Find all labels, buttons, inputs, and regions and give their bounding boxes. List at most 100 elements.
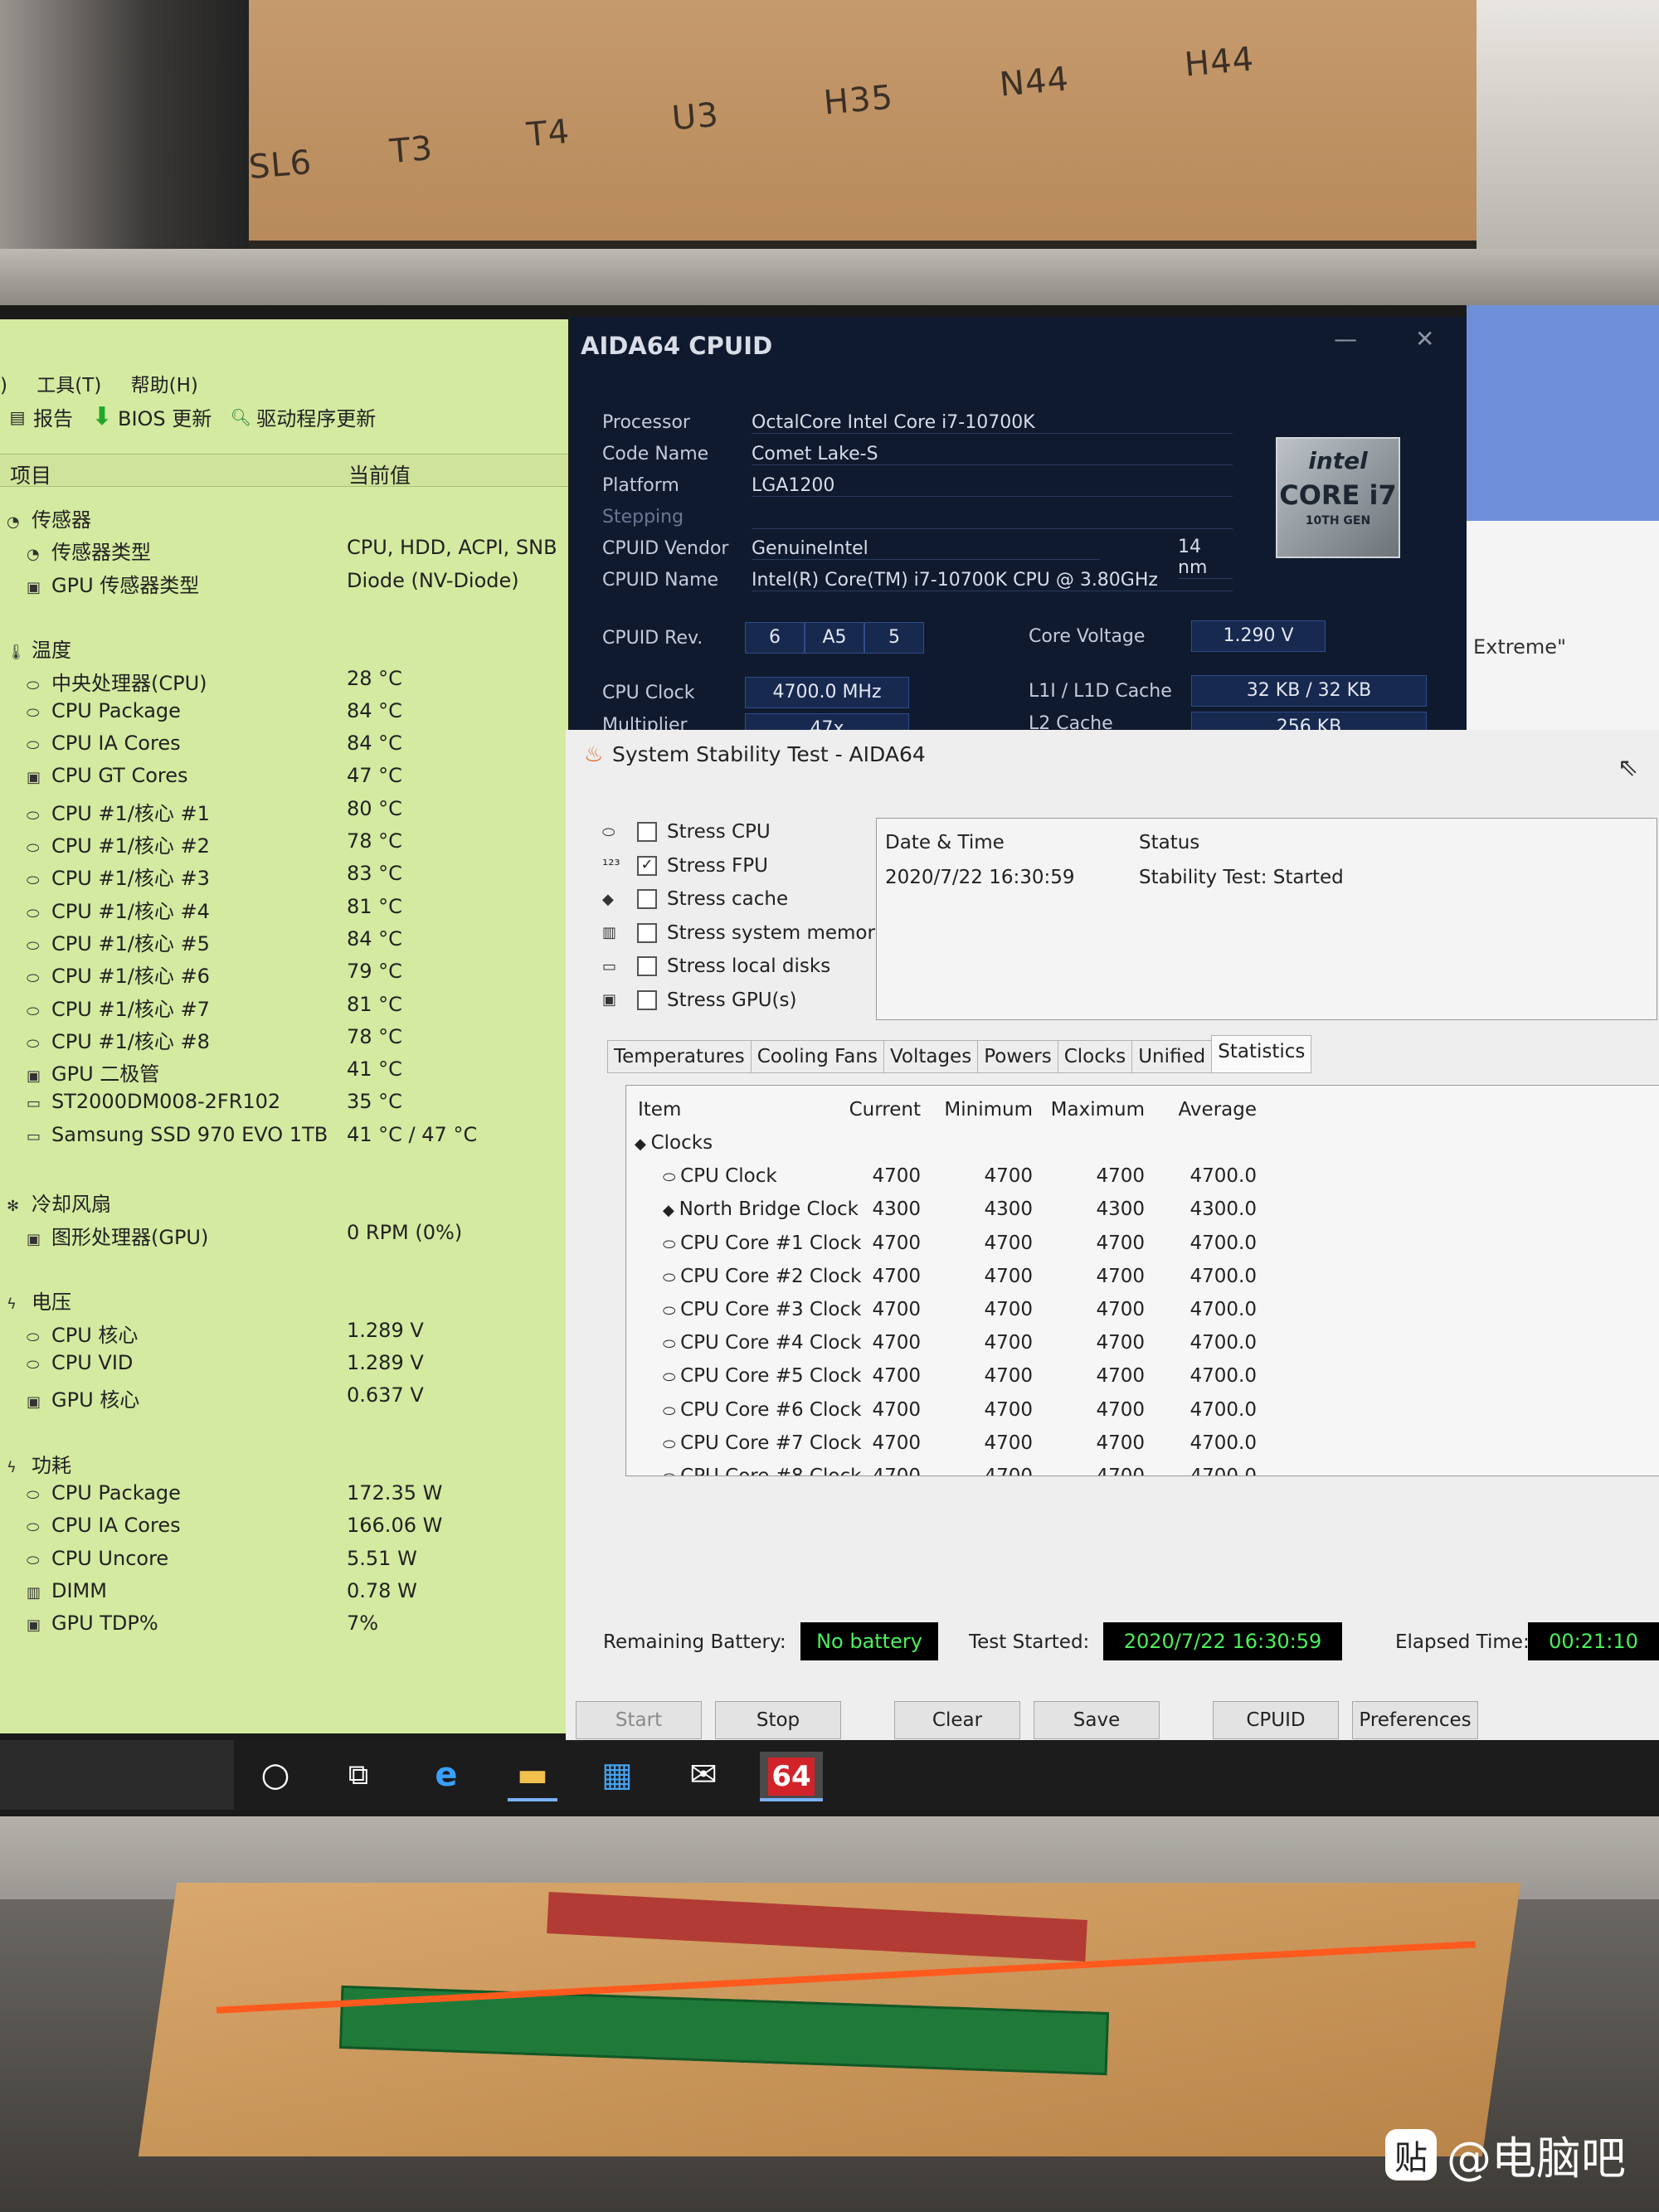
mail-icon[interactable]: ✉ (679, 1752, 728, 1798)
sensor-row[interactable]: ⬭ CPU #1/核心 #8 78 °C (0, 1022, 568, 1053)
stress-option-checkbox[interactable]: ▥ Stress system memory (602, 922, 887, 944)
chip-icon: ◆ (663, 1202, 679, 1220)
sensor-row[interactable]: ▣ GPU 核心 0.637 V (0, 1380, 568, 1412)
save-button[interactable]: Save (1034, 1701, 1160, 1739)
sensor-row[interactable]: ⬭ 中央处理器(CPU) 28 °C (0, 664, 568, 695)
minimize-button[interactable]: — (1334, 325, 1357, 352)
task-view-icon[interactable]: ⧉ (333, 1752, 383, 1798)
sensor-row[interactable]: ◔ 传感器类型 CPU, HDD, ACPI, SNB (0, 532, 568, 564)
cpuid-rev-label: CPUID Rev. (602, 628, 703, 649)
sensor-row[interactable]: ⬭ CPU IA Cores 166.06 W (0, 1510, 568, 1540)
header-maximum[interactable]: Maximum (1033, 1099, 1145, 1121)
sensor-row[interactable]: ◔ 传感器 (0, 500, 568, 532)
sensor-row[interactable]: ⬭ CPU #1/核心 #5 84 °C (0, 924, 568, 955)
sensor-row[interactable]: ⬭ CPU #1/核心 #1 80 °C (0, 794, 568, 825)
header-item[interactable]: Item (638, 1099, 681, 1121)
stress-option-checkbox[interactable]: ¹²³ ✓ Stress FPU (602, 855, 768, 877)
clear-button[interactable]: Clear (894, 1701, 1020, 1739)
sensor-row[interactable]: ▥ DIMM 0.78 W (0, 1576, 568, 1606)
table-row[interactable]: ⬭ CPU Core #8 Clock4700470047004700.0 (626, 1461, 1655, 1475)
checkbox-box[interactable] (637, 889, 657, 909)
table-row[interactable]: ⬭ CPU Clock 4700 4700 4700 4700.0 (626, 1160, 1655, 1194)
stress-option-checkbox[interactable]: ▭ Stress local disks (602, 955, 830, 977)
checkbox-box[interactable]: ✓ (637, 855, 657, 876)
stress-option-checkbox[interactable]: ◆ Stress cache (602, 888, 788, 910)
menu-item-tools[interactable]: 工具(T) (36, 375, 101, 396)
sensor-row[interactable]: ▭ ST2000DM008-2FR102 35 °C (0, 1087, 568, 1116)
sensor-row[interactable]: ✻ 冷却风扇 (0, 1184, 568, 1216)
stress-option-checkbox[interactable]: ▣ Stress GPU(s) (602, 989, 796, 1011)
sensor-row[interactable]: ⬭ CPU VID 1.289 V (0, 1348, 568, 1378)
menu-item-help[interactable]: 帮助(H) (131, 375, 198, 396)
edge-icon[interactable]: e (421, 1752, 471, 1798)
sensor-row-label: ⬭ CPU Uncore (27, 1547, 168, 1570)
aida64-icon[interactable]: 64 (760, 1752, 823, 1801)
sensor-row-value: 79 °C (347, 960, 402, 984)
sensor-row[interactable]: ▣ GPU 传感器类型 Diode (NV-Diode) (0, 566, 568, 598)
sensor-row[interactable]: ϟ 功耗 (0, 1446, 568, 1477)
sensor-row[interactable]: ⬭ CPU Package 172.35 W (0, 1478, 568, 1508)
sensor-row[interactable]: ⬭ CPU 核心 1.289 V (0, 1315, 568, 1347)
background-window-text: Extreme" (1473, 635, 1567, 659)
stop-button[interactable]: Stop (715, 1701, 841, 1739)
sensor-row[interactable]: ⬭ CPU Uncore 5.51 W (0, 1544, 568, 1573)
table-row[interactable]: ⬭ CPU Core #1 Clock 4700 4700 4700 4700.0 (626, 1228, 1655, 1261)
checkbox-box[interactable] (637, 922, 657, 943)
checkbox-box[interactable] (637, 822, 657, 842)
tab-voltages[interactable]: Voltages (883, 1040, 978, 1073)
sensor-row[interactable]: ⬭ CPU Package 84 °C (0, 696, 568, 726)
close-button[interactable]: ✕ (1415, 325, 1434, 352)
store-icon[interactable]: ▦ (592, 1752, 642, 1798)
sensor-row-label: ▣ GPU 传感器类型 (27, 569, 199, 598)
tab-cooling-fans[interactable]: Cooling Fans (750, 1040, 883, 1073)
tab-unified[interactable]: Unified (1131, 1040, 1212, 1073)
stat-item-text: Clocks (650, 1132, 713, 1154)
sensor-row[interactable]: ▣ GPU TDP% 7% (0, 1608, 568, 1638)
sensor-row[interactable]: ⬭ CPU #1/核心 #6 79 °C (0, 956, 568, 988)
sensor-row[interactable]: ▭ Samsung SSD 970 EVO 1TB 41 °C / 47 °C (0, 1120, 568, 1150)
table-row[interactable]: ◆ North Bridge Clock 4300 4300 4300 4300.0 (626, 1194, 1655, 1227)
search-icon[interactable]: ○ (251, 1752, 300, 1798)
sensor-row[interactable]: ⬭ CPU #1/核心 #7 81 °C (0, 989, 568, 1021)
table-row[interactable]: ⬭ CPU Core #4 Clock 4700 4700 4700 4700.0 (626, 1327, 1655, 1360)
table-row[interactable]: ⬭ CPU Core #5 Clock 4700 4700 4700 4700.0 (626, 1360, 1655, 1393)
col-value-header[interactable]: 当前值 (348, 459, 411, 489)
file-explorer-icon[interactable]: ▬ (508, 1752, 557, 1801)
sensor-row[interactable]: ϟ 电压 (0, 1282, 568, 1314)
tab-temperatures[interactable]: Temperatures (607, 1040, 751, 1073)
driver-update-button[interactable]: 🔍︎ 驱动程序更新 (230, 402, 377, 431)
sensor-row[interactable]: 🌡︎ 温度 (0, 630, 568, 662)
sensor-row[interactable]: ⬭ CPU IA Cores 84 °C (0, 728, 568, 758)
stat-max: 4700 (1096, 1265, 1145, 1287)
col-item-header[interactable]: 项目 (10, 459, 51, 489)
cpu-clock-value: 4700.0 MHz (745, 677, 909, 708)
checkbox-box[interactable] (637, 956, 657, 976)
table-row[interactable]: ⬭ CPU Core #7 Clock 4700 4700 4700 4700.0 (626, 1427, 1655, 1461)
sensor-row-text: GPU TDP% (51, 1612, 158, 1636)
sensor-row[interactable]: ▣ CPU GT Cores 47 °C (0, 761, 568, 790)
sensor-row-value: CPU, HDD, ACPI, SNB (347, 536, 557, 560)
stress-option-checkbox[interactable]: ⬭ Stress CPU (602, 821, 771, 843)
table-row[interactable]: ⬭ CPU Core #6 Clock 4700 4700 4700 4700.0 (626, 1394, 1655, 1427)
sensor-row[interactable]: ▣ GPU 二极管 41 °C (0, 1054, 568, 1086)
cpuid-button[interactable]: CPUID (1213, 1701, 1339, 1739)
sensor-row[interactable]: ▣ 图形处理器(GPU) 0 RPM (0%) (0, 1218, 568, 1249)
menu-item-partial[interactable]: ) (0, 375, 7, 396)
sensor-row[interactable]: ⬭ CPU #1/核心 #2 78 °C (0, 826, 568, 858)
header-average[interactable]: Average (1145, 1099, 1257, 1121)
table-row[interactable]: ⬭ CPU Core #3 Clock 4700 4700 4700 4700.0 (626, 1294, 1655, 1327)
table-row[interactable]: ⬭ CPU Core #2 Clock 4700 4700 4700 4700.0 (626, 1261, 1655, 1294)
tab-statistics[interactable]: Statistics (1211, 1035, 1312, 1073)
checkbox-box[interactable] (637, 989, 657, 1010)
header-current[interactable]: Current (809, 1099, 921, 1121)
header-minimum[interactable]: Minimum (921, 1099, 1033, 1121)
table-row[interactable]: ◆ Clocks (626, 1127, 1655, 1160)
start-button[interactable]: Start (576, 1701, 702, 1739)
sensor-row[interactable]: ⬭ CPU #1/核心 #3 83 °C (0, 858, 568, 890)
preferences-button[interactable]: Preferences (1352, 1701, 1478, 1739)
tab-powers[interactable]: Powers (977, 1040, 1058, 1073)
sensor-row[interactable]: ⬭ CPU #1/核心 #4 81 °C (0, 892, 568, 923)
report-button[interactable]: ▤ 报告 (7, 402, 73, 431)
tab-clocks[interactable]: Clocks (1057, 1040, 1132, 1073)
bios-update-button[interactable]: ⬇ BIOS 更新 (91, 402, 212, 431)
